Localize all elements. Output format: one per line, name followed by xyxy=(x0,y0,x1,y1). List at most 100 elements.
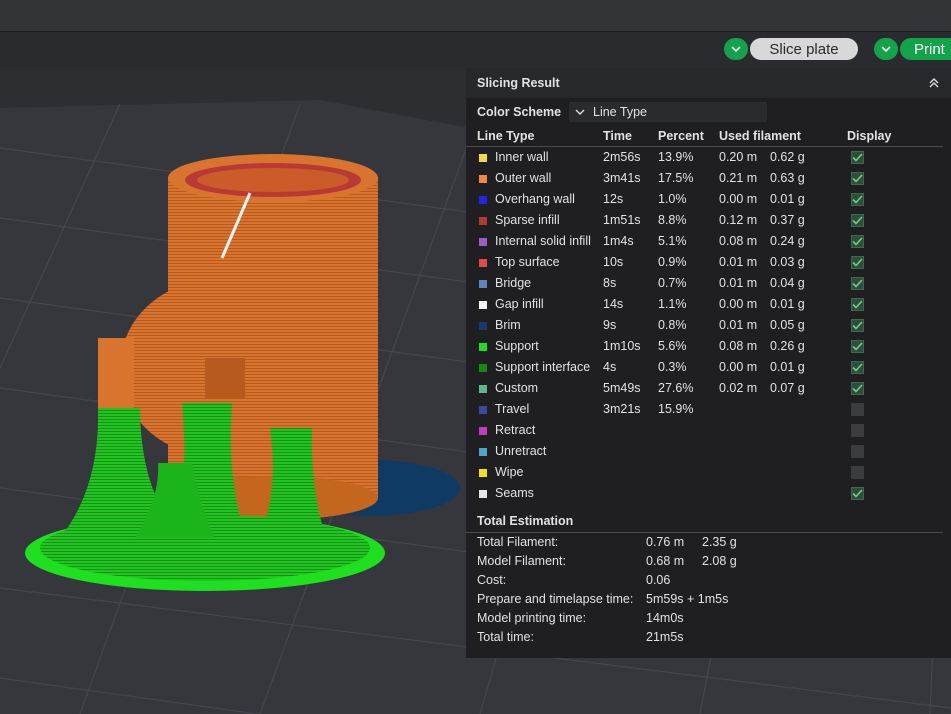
chevron-down-icon xyxy=(881,46,891,52)
display-checkbox[interactable] xyxy=(851,256,864,269)
color-swatch xyxy=(479,175,487,183)
display-checkbox[interactable] xyxy=(851,445,864,458)
display-checkbox[interactable] xyxy=(851,172,864,185)
line-type-row: Inner wall 2m56s 13.9% 0.20 m 0.62 g xyxy=(466,147,951,168)
color-scheme-row: Color Scheme Line Type xyxy=(466,98,951,126)
col-time: Time xyxy=(603,129,632,143)
check-icon xyxy=(852,195,863,204)
total-row: Total Filament: 0.76 m 2.35 g xyxy=(466,533,951,552)
total-value: 0.76 m xyxy=(646,535,685,549)
percent-value: 15.9% xyxy=(658,402,694,416)
total-estimation-header: Total Estimation xyxy=(466,510,943,533)
print-button[interactable]: Print xyxy=(900,38,951,60)
color-swatch xyxy=(479,343,487,351)
color-swatch xyxy=(479,385,487,393)
time-value: 14s xyxy=(603,297,624,311)
display-checkbox[interactable] xyxy=(851,298,864,311)
percent-value: 5.6% xyxy=(658,339,687,353)
percent-value: 1.0% xyxy=(658,192,687,206)
total-value-2: 2.35 g xyxy=(702,535,737,549)
display-checkbox[interactable] xyxy=(851,487,864,500)
percent-value: 0.3% xyxy=(658,360,687,374)
time-value: 2m56s xyxy=(603,150,641,164)
time-value: 4s xyxy=(603,360,617,374)
collapse-icon[interactable] xyxy=(927,76,941,90)
check-icon xyxy=(852,363,863,372)
line-type-row: Brim 9s 0.8% 0.01 m 0.05 g xyxy=(466,315,951,336)
line-type-name: Support xyxy=(495,339,539,353)
total-row: Model printing time: 14m0s xyxy=(466,609,951,628)
total-row: Total time: 21m5s xyxy=(466,628,951,647)
display-checkbox[interactable] xyxy=(851,151,864,164)
filament-weight: 0.07 g xyxy=(770,381,805,395)
print-options-button[interactable] xyxy=(874,38,898,60)
line-type-name: Custom xyxy=(495,381,539,395)
slice-options-button[interactable] xyxy=(724,38,748,60)
color-swatch xyxy=(479,217,487,225)
total-value-2: 2.08 g xyxy=(702,554,737,568)
line-type-row: Top surface 10s 0.9% 0.01 m 0.03 g xyxy=(466,252,951,273)
filament-weight: 0.01 g xyxy=(770,192,805,206)
color-swatch xyxy=(479,301,487,309)
display-checkbox[interactable] xyxy=(851,235,864,248)
display-checkbox[interactable] xyxy=(851,424,864,437)
display-checkbox[interactable] xyxy=(851,466,864,479)
line-type-name: Unretract xyxy=(495,444,547,458)
display-checkbox[interactable] xyxy=(851,214,864,227)
slice-plate-button[interactable]: Slice plate xyxy=(750,38,858,60)
check-icon xyxy=(852,489,863,498)
line-type-name: Wipe xyxy=(495,465,524,479)
color-swatch xyxy=(479,154,487,162)
percent-value: 0.8% xyxy=(658,318,687,332)
line-type-row: Seams xyxy=(466,483,951,504)
color-swatch xyxy=(479,196,487,204)
time-value: 1m51s xyxy=(603,213,641,227)
percent-value: 0.9% xyxy=(658,255,687,269)
panel-header: Slicing Result xyxy=(466,68,951,98)
filament-weight: 0.01 g xyxy=(770,360,805,374)
total-row: Cost: 0.06 xyxy=(466,571,951,590)
line-type-row: Unretract xyxy=(466,441,951,462)
line-type-name: Internal solid infill xyxy=(495,234,591,248)
col-used-filament: Used filament xyxy=(719,129,801,143)
display-checkbox[interactable] xyxy=(851,319,864,332)
color-scheme-select[interactable]: Line Type xyxy=(569,102,767,122)
line-type-row: Custom 5m49s 27.6% 0.02 m 0.07 g xyxy=(466,378,951,399)
check-icon xyxy=(852,153,863,162)
display-checkbox[interactable] xyxy=(851,382,864,395)
display-checkbox[interactable] xyxy=(851,193,864,206)
color-swatch xyxy=(479,448,487,456)
filament-length: 0.01 m xyxy=(719,276,758,290)
time-value: 1m4s xyxy=(603,234,634,248)
check-icon xyxy=(852,384,863,393)
total-value: 0.68 m xyxy=(646,554,685,568)
time-value: 3m41s xyxy=(603,171,641,185)
filament-length: 0.20 m xyxy=(719,150,758,164)
time-value: 1m10s xyxy=(603,339,641,353)
color-swatch xyxy=(479,427,487,435)
color-swatch xyxy=(479,406,487,414)
display-checkbox[interactable] xyxy=(851,361,864,374)
filament-length: 0.08 m xyxy=(719,234,758,248)
time-value: 12s xyxy=(603,192,624,206)
line-type-row: Support interface 4s 0.3% 0.00 m 0.01 g xyxy=(466,357,951,378)
line-type-name: Retract xyxy=(495,423,536,437)
filament-length: 0.12 m xyxy=(719,213,758,227)
percent-value: 1.1% xyxy=(658,297,687,311)
percent-value: 17.5% xyxy=(658,171,694,185)
display-checkbox[interactable] xyxy=(851,340,864,353)
percent-value: 13.9% xyxy=(658,150,694,164)
filament-length: 0.00 m xyxy=(719,360,758,374)
display-checkbox[interactable] xyxy=(851,403,864,416)
line-type-list: Inner wall 2m56s 13.9% 0.20 m 0.62 g Outer wa… xyxy=(466,147,951,504)
check-icon xyxy=(852,321,863,330)
filament-length: 0.00 m xyxy=(719,192,758,206)
slicing-result-panel: Slicing Result Color Scheme Line Type Li… xyxy=(466,68,951,658)
check-icon xyxy=(852,216,863,225)
check-icon xyxy=(852,342,863,351)
display-checkbox[interactable] xyxy=(851,277,864,290)
color-scheme-value: Line Type xyxy=(593,105,647,119)
time-value: 9s xyxy=(603,318,617,332)
line-type-row: Support 1m10s 5.6% 0.08 m 0.26 g xyxy=(466,336,951,357)
total-estimation-list: Total Filament: 0.76 m 2.35 g Model Filamen… xyxy=(466,533,951,647)
